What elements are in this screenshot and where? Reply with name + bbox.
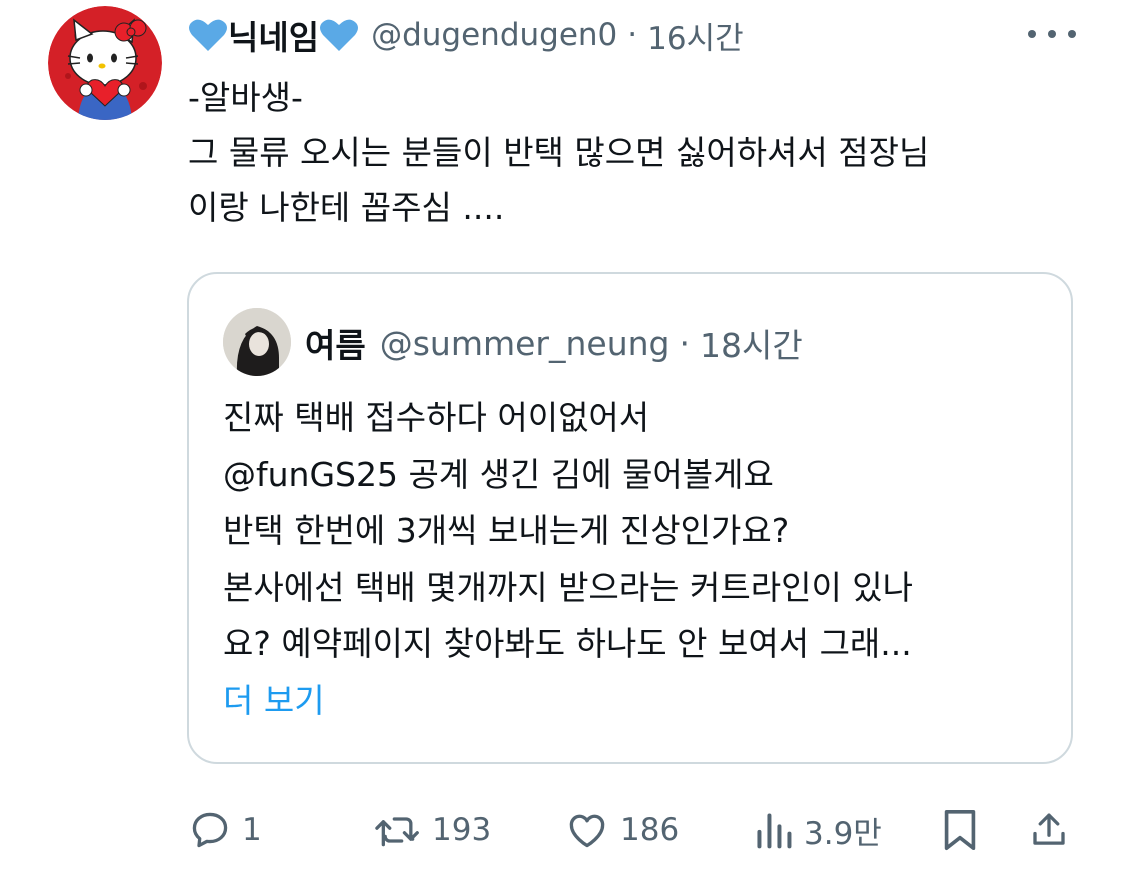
separator-dot: · [627,17,638,53]
quoted-tweet-text: 진짜 택배 접수하다 어이없어서 @funGS25 공계 생긴 김에 물어볼게요… [223,390,1053,729]
blue-heart-icon [189,19,227,51]
more-dot [1028,30,1036,38]
tweet-timestamp[interactable]: 16시간 [647,13,744,58]
quoted-text-line: 진짜 택배 접수하다 어이없어서 [223,398,650,437]
tweet-text: -알바생- 그 물류 오시는 분들이 반택 많으면 싫어하셔서 점장님 이랑 나… [188,70,1088,235]
bookmark-button[interactable] [940,800,980,860]
quoted-tweet-header: 여름 @summer_neung · 18시간 [305,318,803,368]
quoted-timestamp: 18시간 [700,326,803,365]
more-dot [1048,30,1056,38]
author-display-name[interactable]: 닉네임 [188,11,359,59]
comment-bubble-icon [192,812,228,848]
quoted-text-line: 반택 한번에 3개씩 보내는게 진상인가요? [223,511,790,550]
tweet-text-line: 이랑 나한테 꼽주심 .... [188,188,505,227]
retweet-icon [375,817,419,847]
quoted-author-avatar[interactable] [223,308,291,376]
reply-button[interactable]: 1 [188,800,262,860]
quoted-tweet-card[interactable]: 여름 @summer_neung · 18시간 진짜 택배 접수하다 어이없어서… [187,272,1073,764]
more-options-button[interactable] [1028,22,1076,46]
tweet-text-line: 그 물류 오시는 분들이 반택 많으면 싫어하셔서 점장님 [188,133,930,172]
author-handle[interactable]: @dugendugen0 [371,17,617,53]
author-avatar[interactable] [48,6,162,120]
more-dot [1068,30,1076,38]
display-name-text: 닉네임 [228,18,320,57]
quoted-text-line: 본사에선 택배 몇개까지 받으라는 커트라인이 있나 [223,567,914,607]
like-button[interactable]: 186 [564,800,679,860]
show-more-link[interactable]: 더 보기 [223,673,1053,730]
tweet-action-bar: 1 193 186 3.9만 [188,800,1078,860]
like-count: 186 [620,812,680,848]
bar-chart-icon [757,813,792,849]
view-count: 3.9만 [804,815,882,852]
separator-dot: · [679,323,691,363]
views-button[interactable]: 3.9만 [754,800,882,860]
retweet-button[interactable]: 193 [374,800,491,860]
reply-count: 1 [242,812,262,848]
tweet-header: 닉네임 @dugendugen0 · 16시간 [188,10,744,60]
retweet-count: 193 [432,812,492,848]
quoted-text-line: 요? 예약페이지 찾아봐도 하나도 안 보여서 그래... [223,624,912,663]
share-icon [1033,813,1065,845]
blue-heart-icon [320,19,359,51]
share-button[interactable] [1028,800,1070,860]
quoted-handle[interactable]: @summer_neung [380,324,670,363]
tweet-text-line: -알바생- [188,78,303,117]
quoted-display-name[interactable]: 여름 [305,319,366,367]
heart-outline-icon [569,814,605,848]
bookmark-icon [944,809,976,851]
quoted-text-line: @funGS25 공계 생긴 김에 물어볼게요 [223,454,774,494]
